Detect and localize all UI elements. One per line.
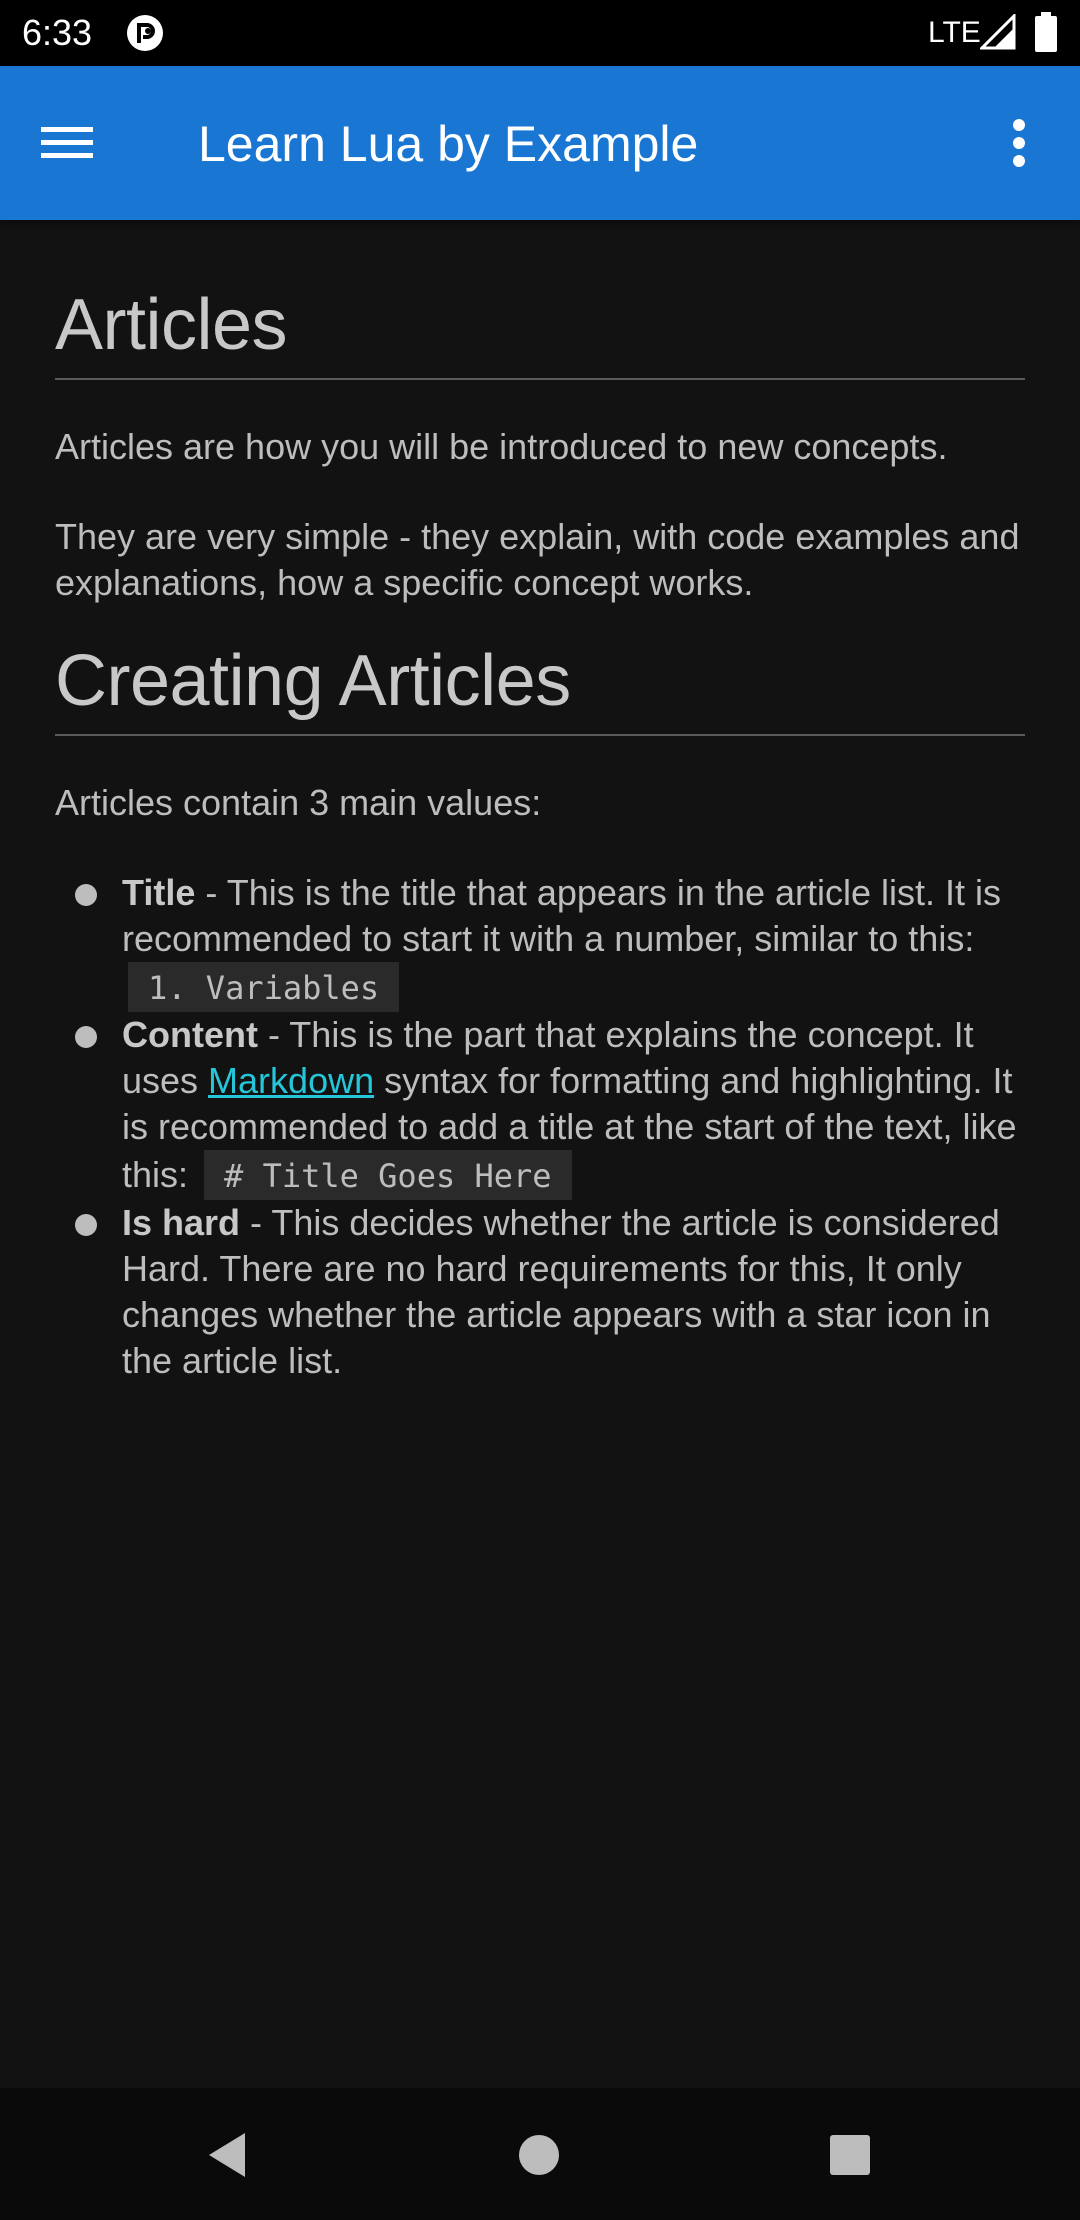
more-vert-icon[interactable]: [982, 106, 1056, 180]
hamburger-menu-icon[interactable]: [30, 106, 104, 180]
article-content: Articles Articles are how you will be in…: [55, 220, 1025, 1384]
term-is-hard: Is hard: [122, 1202, 241, 1243]
code-content-example: # Title Goes Here: [204, 1150, 572, 1200]
bullet-icon: [75, 1214, 97, 1236]
network-type: LTE: [928, 16, 981, 49]
title-description: - This is the title that appears in the …: [122, 872, 1002, 959]
battery-icon: [1034, 12, 1058, 52]
intro-paragraph-2: They are very simple - they explain, wit…: [55, 516, 1020, 603]
bullet-icon: [75, 1026, 97, 1048]
list-item-title: Title - This is the title that appears i…: [55, 870, 1025, 1012]
signal-icon: [978, 12, 1016, 50]
status-bar: 6:33 LTE: [0, 0, 1080, 66]
list-item-is-hard: Is hard - This decides whether the artic…: [55, 1200, 1025, 1384]
markdown-link[interactable]: Markdown: [208, 1060, 374, 1101]
home-icon[interactable]: [502, 2118, 576, 2192]
bullet-icon: [75, 884, 97, 906]
heading-creating-articles: Creating Articles: [55, 606, 1025, 736]
term-content: Content: [122, 1014, 258, 1055]
intro-paragraph-1: Articles are how you will be introduced …: [55, 426, 948, 467]
heading-articles: Articles: [55, 220, 1025, 380]
app-title: Learn Lua by Example: [198, 116, 699, 172]
is-hard-description: - This decides whether the article is co…: [122, 1202, 1000, 1381]
values-list: Title - This is the title that appears i…: [55, 870, 1025, 1384]
status-time: 6:33: [22, 12, 93, 53]
recents-icon[interactable]: [813, 2118, 887, 2192]
app-notification-icon: [125, 13, 165, 53]
code-title-example: 1. Variables: [128, 962, 400, 1012]
values-intro: Articles contain 3 main values:: [55, 782, 542, 823]
back-icon[interactable]: [190, 2118, 264, 2192]
list-item-content: Content - This is the part that explains…: [55, 1012, 1025, 1200]
system-nav-bar: [0, 2088, 1080, 2220]
app-bar: Learn Lua by Example: [0, 66, 1080, 220]
term-title: Title: [122, 872, 196, 913]
